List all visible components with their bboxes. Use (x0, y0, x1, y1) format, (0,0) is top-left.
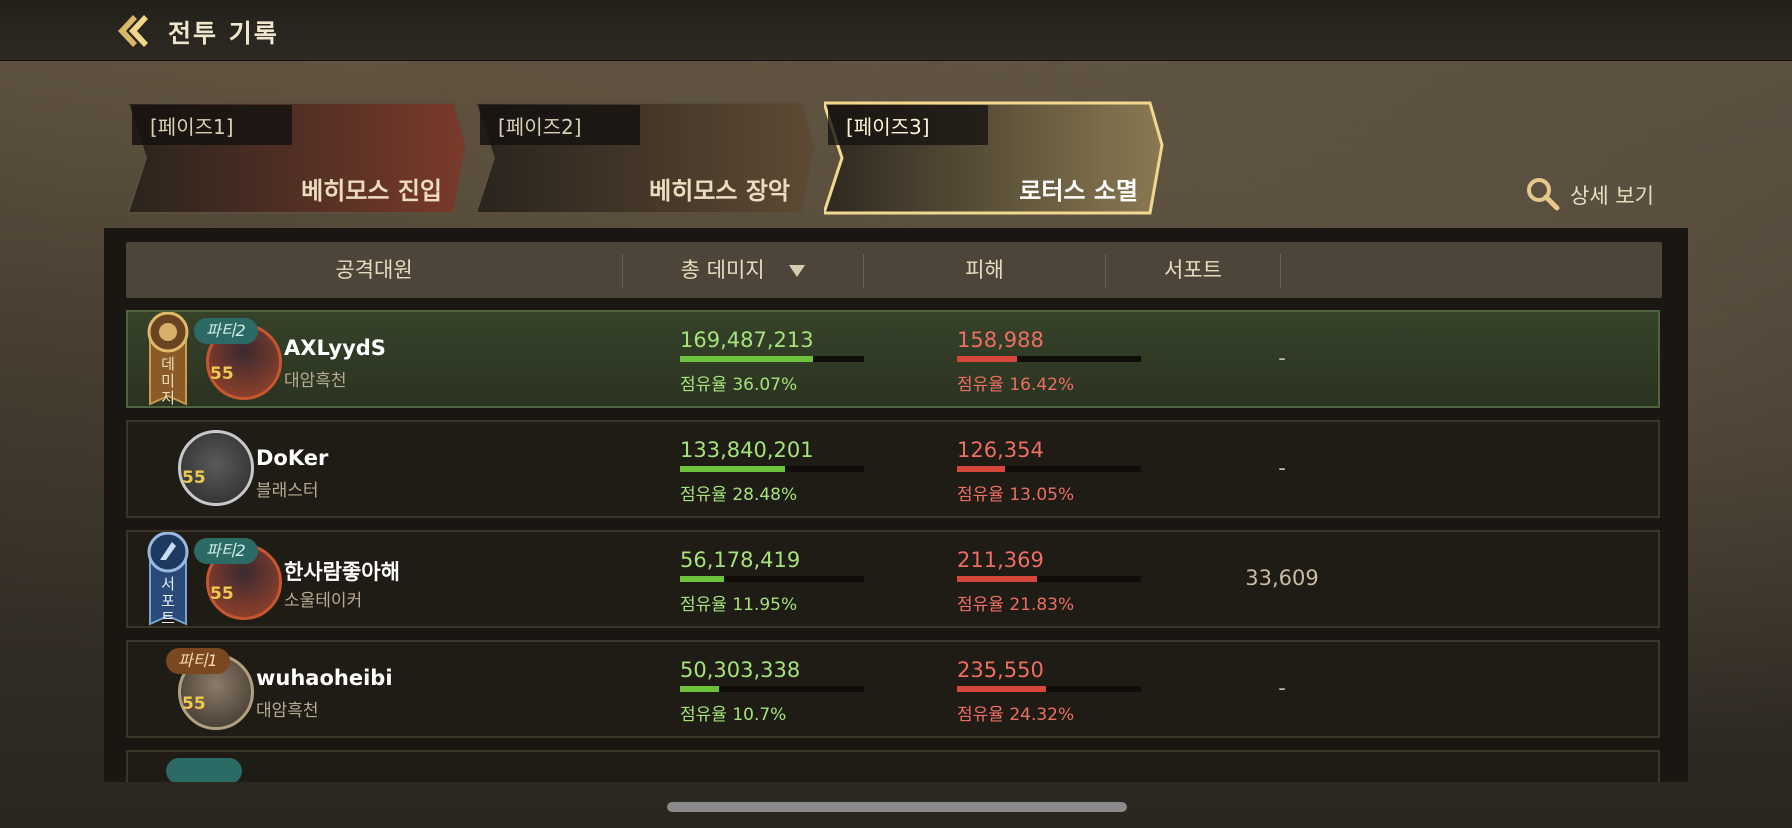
hit-bar-fill (957, 466, 1006, 472)
damage-bar (680, 576, 864, 582)
column-total-damage-label: 총 데미지 (680, 258, 765, 282)
hit-share: 점유율 13.05% (957, 485, 1075, 505)
search-icon (1527, 178, 1560, 211)
hit-bar (957, 466, 1141, 472)
hit-share: 점유율 21.83% (957, 595, 1075, 615)
damage-bar (680, 356, 864, 362)
level-badge: 55 (210, 364, 234, 384)
hit-value: 235,550 (957, 658, 1044, 682)
player-name: AXLyydS (284, 336, 386, 360)
column-member[interactable]: 공격대원 (126, 242, 622, 298)
damage-share: 점유율 10.7% (680, 705, 787, 725)
damage-bar (680, 466, 864, 472)
table-row[interactable]: 서포트 파티2 55 한사람좋아해 소울테이커 56,178,419 점유율 1… (126, 530, 1660, 628)
player-class: 소울테이커 (284, 591, 363, 611)
party-tag: 파티2 (194, 538, 258, 564)
hit-value: 126,354 (957, 438, 1044, 462)
home-indicator[interactable] (667, 802, 1127, 812)
support-value: 33,609 (1245, 566, 1319, 590)
detail-view-label: 상세 보기 (1570, 184, 1654, 208)
damage-share: 점유율 28.48% (680, 485, 798, 505)
table-header: 공격대원 총 데미지 피해 서포트 (126, 242, 1662, 298)
column-support[interactable]: 서포트 (1106, 242, 1280, 298)
tab-phase-1-label: [페이즈1] (150, 115, 234, 139)
hit-bar-fill (957, 576, 1038, 582)
damage-bar-fill (680, 686, 720, 692)
player-name: 한사람좋아해 (284, 560, 400, 584)
damage-value: 169,487,213 (680, 328, 814, 352)
damage-bar-fill (680, 466, 785, 472)
party-tag: 파티1 (166, 648, 230, 674)
player-class: 대암흑천 (256, 701, 319, 721)
hit-share: 점유율 16.42% (957, 375, 1075, 395)
damage-bar-fill (680, 576, 724, 582)
page-title: 전투 기록 (168, 19, 279, 48)
damage-bar (680, 686, 864, 692)
table-row[interactable]: 파티1 55 wuhaoheibi 대암흑천 50,303,338 점유율 10… (126, 640, 1660, 738)
top-bar: 전투 기록 (0, 0, 1792, 61)
tab-phase-3-name: 로터스 소멸 (1019, 177, 1138, 205)
table-row[interactable]: 데미지 파티2 55 AXLyydS 대암흑천 169,487,213 점유율 … (126, 310, 1660, 408)
column-damage-taken[interactable]: 피해 (864, 242, 1105, 298)
player-class: 블래스터 (256, 481, 319, 501)
tab-phase-1-name: 베히모스 진입 (301, 177, 442, 205)
hit-value: 158,988 (957, 328, 1044, 352)
column-total-damage[interactable]: 총 데미지 (623, 242, 863, 298)
tab-phase-3[interactable]: [페이즈3] 로터스 소멸 (824, 101, 1164, 215)
player-name: wuhaoheibi (256, 666, 393, 690)
header-divider (1280, 254, 1281, 288)
tab-phase-1[interactable]: [페이즈1] 베히모스 진입 (128, 101, 468, 215)
damage-share: 점유율 11.95% (680, 595, 798, 615)
support-value: - (1278, 676, 1286, 700)
tab-phase-2[interactable]: [페이즈2] 베히모스 장악 (476, 101, 816, 215)
tab-phase-2-name: 베히모스 장악 (649, 177, 790, 205)
level-badge: 55 (210, 584, 234, 604)
hit-bar-fill (957, 686, 1047, 692)
hit-bar (957, 356, 1141, 362)
party-tag (166, 758, 242, 782)
damage-bar-fill (680, 356, 813, 362)
triangle-down-icon (789, 265, 806, 277)
back-arrow-icon[interactable] (114, 12, 152, 50)
table-row[interactable] (126, 750, 1660, 782)
level-badge: 55 (182, 468, 206, 488)
player-class: 대암흑천 (284, 371, 347, 391)
damage-value: 50,303,338 (680, 658, 801, 682)
hit-bar-fill (957, 356, 1018, 362)
table-row[interactable]: 55 DoKer 블래스터 133,840,201 점유율 28.48% 126… (126, 420, 1660, 518)
support-value: - (1278, 346, 1286, 370)
party-tag: 파티2 (194, 318, 258, 344)
tab-phase-3-label: [페이즈3] (846, 115, 930, 139)
player-name: DoKer (256, 446, 329, 470)
award-label: 서포트 (161, 575, 175, 627)
damage-value: 56,178,419 (680, 548, 801, 572)
level-badge: 55 (182, 694, 206, 714)
damage-share: 점유율 36.07% (680, 375, 798, 395)
award-label: 데미지 (161, 355, 175, 407)
hit-bar (957, 686, 1141, 692)
hit-value: 211,369 (957, 548, 1044, 572)
damage-value: 133,840,201 (680, 438, 814, 462)
results-panel[interactable]: 공격대원 총 데미지 피해 서포트 데미지 파티2 55 AXLyydS 대암흑… (104, 228, 1688, 782)
detail-view-button[interactable]: 상세 보기 (1524, 173, 1654, 213)
hit-share: 점유율 24.32% (957, 705, 1075, 725)
hit-bar (957, 576, 1141, 582)
support-value: - (1278, 456, 1286, 480)
tab-phase-2-label: [페이즈2] (498, 115, 582, 139)
